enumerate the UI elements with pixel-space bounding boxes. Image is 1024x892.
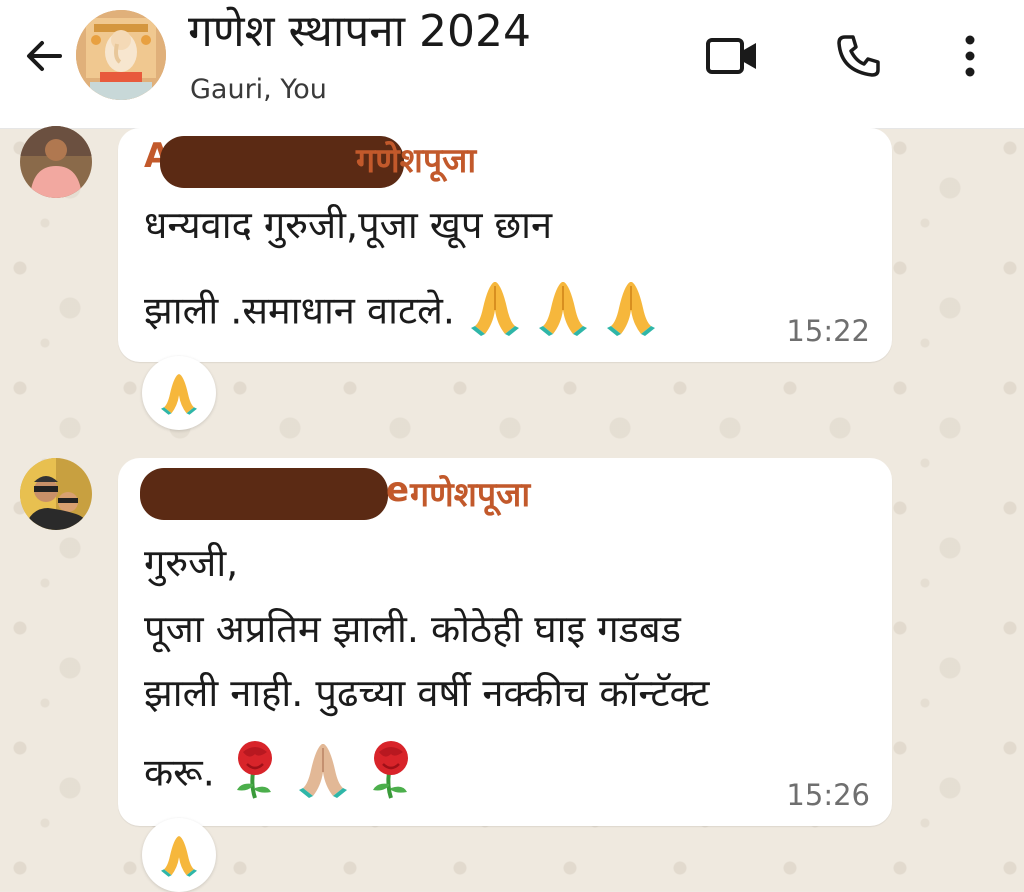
more-options-button[interactable] — [942, 28, 998, 84]
phone-icon — [837, 35, 880, 77]
ganesh-idol-image — [76, 10, 166, 100]
folded-hands-emoji — [161, 374, 197, 415]
sender-name-suffix[interactable]: गणेशपूजा — [356, 136, 476, 182]
message-text-line: धन्यवाद गुरुजी,पूजा खूप छान — [144, 203, 553, 247]
message-text-line: करू. — [144, 738, 419, 812]
rose-emoji — [363, 738, 419, 812]
folded-hands-emoji — [467, 278, 523, 348]
redacted-name-mark — [140, 468, 388, 520]
message-text-line: गुरुजी, — [144, 541, 239, 585]
message-bubble[interactable]: e गणेशपूजा गुरुजी, पूजा अप्रतिम झाली. को… — [118, 458, 892, 826]
message-text-line: झाली .समाधान वाटले. — [144, 278, 659, 348]
back-button[interactable] — [18, 30, 70, 82]
video-camera-icon — [706, 38, 756, 74]
video-call-button[interactable] — [704, 28, 760, 84]
folded-hands-emoji — [603, 278, 659, 348]
sender-avatar[interactable] — [20, 126, 92, 198]
sender-avatar[interactable] — [20, 458, 92, 530]
message-text-line-content: झाली .समाधान वाटले. — [144, 288, 455, 333]
message-reaction[interactable] — [142, 818, 216, 892]
group-avatar[interactable] — [76, 10, 166, 100]
voice-call-button[interactable] — [830, 28, 886, 84]
arrow-left-icon — [27, 41, 62, 71]
profile-photo — [20, 458, 92, 530]
folded-hands-emoji — [161, 836, 197, 877]
folded-hands-emoji — [295, 740, 351, 810]
message-text-line: झाली नाही. पुढच्या वर्षी नक्कीच कॉन्टॅक्… — [144, 671, 710, 715]
profile-photo — [20, 126, 92, 198]
sender-name-suffix[interactable]: गणेशपूजा — [410, 470, 530, 516]
message-timestamp: 15:26 — [786, 778, 870, 812]
more-vertical-icon — [965, 35, 975, 77]
chat-title[interactable]: गणेश स्थापना 2024 — [188, 4, 531, 60]
rose-emoji — [227, 738, 283, 812]
folded-hands-emoji — [535, 278, 591, 348]
message-reaction[interactable] — [142, 356, 216, 430]
message-bubble[interactable]: A गणेशपूजा धन्यवाद गुरुजी,पूजा खूप छान झ… — [118, 128, 892, 362]
message-text-line: पूजा अप्रतिम झाली. कोठेही घाइ गडबड — [144, 607, 681, 651]
chat-participants[interactable]: Gauri, You — [190, 74, 327, 105]
sender-name-initial[interactable]: e — [386, 470, 409, 510]
chat-header: गणेश स्थापना 2024 Gauri, You — [0, 0, 1024, 129]
message-text-line-content: करू. — [144, 750, 215, 795]
message-timestamp: 15:22 — [786, 314, 870, 348]
